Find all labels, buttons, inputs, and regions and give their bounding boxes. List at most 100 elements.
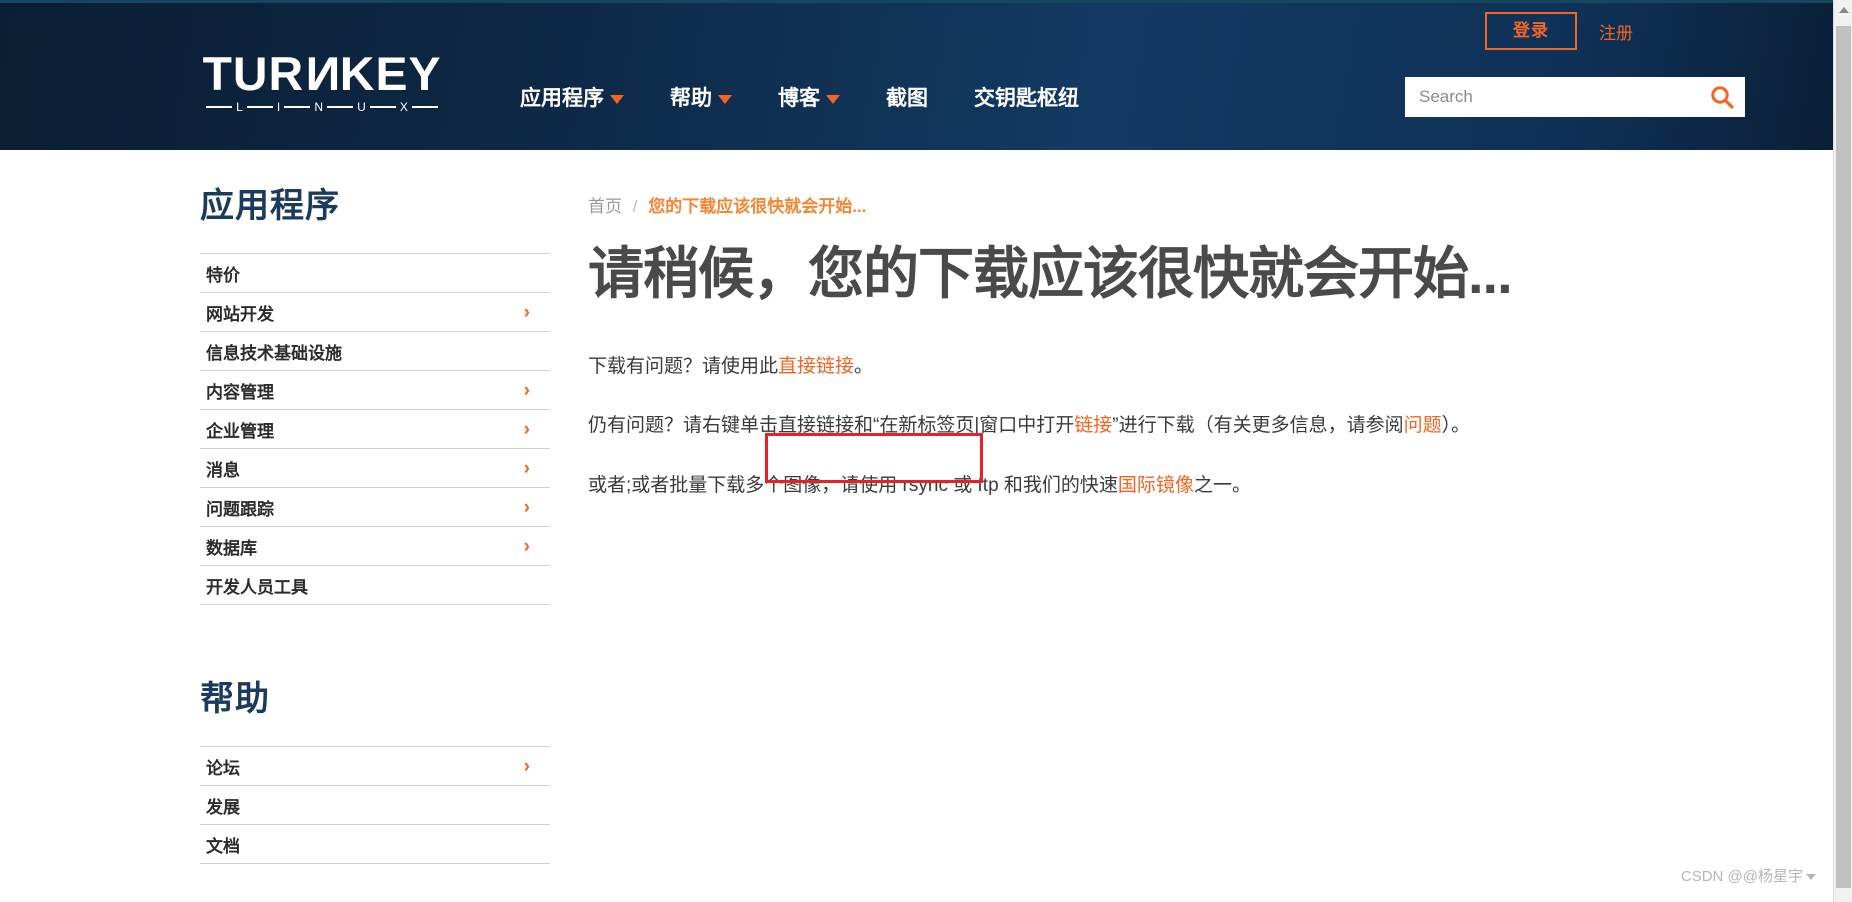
chevron-right-icon: › <box>523 535 530 557</box>
paragraph-still-problem: 仍有问题？请右键单击直接链接和“在新标签页|窗口中打开链接”进行下载（有关更多信… <box>588 412 1608 441</box>
sidebar: 应用程序 特价 网站开发 › 信息技术基础设施 内容管理 › 企业管理 › 消息 <box>200 178 550 864</box>
search-input[interactable] <box>1405 77 1699 117</box>
register-link[interactable]: 注册 <box>1599 19 1633 44</box>
paragraph-text: 下载有问题？请使用此 <box>588 356 779 378</box>
nav-item-apps[interactable]: 应用程序 <box>520 82 624 112</box>
breadcrumb: 首页 / 您的下载应该很快就会开始... <box>588 192 1608 217</box>
chevron-right-icon: › <box>523 755 530 777</box>
breadcrumb-separator: / <box>632 197 638 216</box>
sidebar-item-enterprise-management[interactable]: 企业管理 › <box>200 410 550 449</box>
sidebar-item-label: 论坛 <box>206 758 240 778</box>
paragraph-text: ）。 <box>1441 414 1471 436</box>
main-navigation: 应用程序 帮助 博客 截图 交钥匙枢纽 <box>520 82 1079 112</box>
search-icon <box>1711 86 1734 109</box>
logo-word-part1: TUR <box>202 47 305 100</box>
logo-wordmark: TURNKEY <box>198 47 447 100</box>
scrollbar-thumb[interactable] <box>1836 26 1851 888</box>
watermark-text: CSDN @@杨星宇 <box>1680 868 1803 885</box>
logo-sub-letter-i: I <box>276 99 281 114</box>
sidebar-item-label: 特价 <box>206 265 240 285</box>
sidebar-item-issue-tracking[interactable]: 问题跟踪 › <box>200 488 550 527</box>
sidebar-item-label: 发展 <box>206 797 240 817</box>
logo-word-part2: KEY <box>339 47 442 100</box>
auth-actions: 登录 注册 <box>1485 12 1633 51</box>
sidebar-item-label: 网站开发 <box>206 304 274 324</box>
scroll-up-arrow-icon[interactable] <box>1834 0 1852 19</box>
search-box[interactable] <box>1405 77 1745 117</box>
nav-label: 应用程序 <box>520 87 604 110</box>
logo-dash <box>369 105 396 108</box>
logo-dash <box>284 105 311 108</box>
nav-label: 交钥匙枢纽 <box>974 87 1079 110</box>
sidebar-item-it-infrastructure[interactable]: 信息技术基础设施 <box>200 332 550 371</box>
breadcrumb-current: 您的下载应该很快就会开始... <box>648 197 867 216</box>
sidebar-item-documentation[interactable]: 文档 <box>200 825 550 864</box>
logo-sub-letter-n: N <box>314 99 324 114</box>
page-title: 请稍候，您的下载应该很快就会开始... <box>588 242 1513 305</box>
csdn-watermark: CSDN @@杨星宇 <box>1681 865 1816 886</box>
nav-item-blog[interactable]: 博客 <box>778 82 840 112</box>
chevron-down-icon <box>610 95 624 104</box>
direct-link[interactable]: 直接链接 <box>778 356 854 377</box>
sidebar-item-messaging[interactable]: 消息 › <box>200 449 550 488</box>
sidebar-item-label: 信息技术基础设施 <box>206 343 342 363</box>
sidebar-item-content-management[interactable]: 内容管理 › <box>200 371 550 410</box>
sidebar-item-label: 企业管理 <box>206 421 274 441</box>
logo-sub-letter-x: X <box>399 99 408 114</box>
chevron-down-icon <box>826 95 840 104</box>
logo-dash <box>206 105 233 108</box>
sidebar-item-label: 开发人员工具 <box>206 577 308 597</box>
sidebar-item-label: 消息 <box>206 460 240 480</box>
logo-dash <box>411 105 439 108</box>
breadcrumb-home-link[interactable]: 首页 <box>588 197 622 216</box>
login-button[interactable]: 登录 <box>1485 12 1577 51</box>
nav-item-help[interactable]: 帮助 <box>670 82 732 112</box>
sidebar-item-label: 问题跟踪 <box>206 499 274 519</box>
logo-dash <box>246 105 273 108</box>
logo-word-reversed-n: N <box>304 47 340 100</box>
paragraph-text: 。 <box>854 356 874 378</box>
main-content: 首页 / 您的下载应该很快就会开始... 请稍候，您的下载应该很快就会开始...… <box>588 192 1608 533</box>
vertical-scrollbar[interactable] <box>1833 0 1852 902</box>
sidebar-item-web-development[interactable]: 网站开发 › <box>200 293 550 332</box>
nav-label: 帮助 <box>670 87 712 110</box>
chevron-right-icon: › <box>523 418 530 440</box>
nav-label: 博客 <box>778 87 820 110</box>
open-link-link[interactable]: 链接 <box>1074 415 1112 436</box>
sidebar-list-apps: 特价 网站开发 › 信息技术基础设施 内容管理 › 企业管理 › 消息 › 问题… <box>200 253 550 605</box>
caret-down-icon <box>1806 874 1816 881</box>
international-mirrors-link[interactable]: 国际镜像 <box>1118 475 1194 496</box>
nav-label: 截图 <box>886 87 928 110</box>
paragraph-bulk-download: 或者;或者批量下载多个图像，请使用 rsync 或 ftp 和我们的快速国际镜像… <box>588 472 1608 501</box>
sidebar-item-label: 数据库 <box>206 538 257 558</box>
paragraph-text: ”进行下载（有关更多信息，请参阅 <box>1112 414 1404 436</box>
turnkey-linux-logo[interactable]: TURNKEY L I N U X <box>198 47 447 114</box>
sidebar-list-help: 论坛 › 发展 文档 <box>200 746 550 864</box>
nav-item-screenshots[interactable]: 截图 <box>886 82 928 112</box>
logo-dash <box>327 105 354 108</box>
site-header: 登录 注册 TURNKEY L I N U X 应用程序 帮助 博客 截图 交钥… <box>0 0 1833 150</box>
sidebar-item-label: 内容管理 <box>206 382 274 402</box>
sidebar-heading-help: 帮助 <box>200 680 270 718</box>
page-root: 登录 注册 TURNKEY L I N U X 应用程序 帮助 博客 截图 交钥… <box>0 0 1852 902</box>
paragraph-text: 仍有问题？请右键单击直接链接和“在新标签页|窗口中打开 <box>588 414 1075 436</box>
sidebar-item-forum[interactable]: 论坛 › <box>200 747 550 786</box>
logo-sub-letter-l: L <box>236 99 243 114</box>
paragraph-download-problem: 下载有问题？请使用此直接链接。 <box>588 353 1608 382</box>
nav-item-turnkey-hub[interactable]: 交钥匙枢纽 <box>974 82 1079 112</box>
sidebar-heading-apps: 应用程序 <box>200 187 340 225</box>
chevron-right-icon: › <box>523 301 530 323</box>
chevron-right-icon: › <box>523 496 530 518</box>
sidebar-item-special-offers[interactable]: 特价 <box>200 254 550 293</box>
chevron-down-icon <box>718 95 732 104</box>
sidebar-item-development[interactable]: 发展 <box>200 786 550 825</box>
sidebar-item-databases[interactable]: 数据库 › <box>200 527 550 566</box>
logo-sub-letter-u: U <box>357 99 366 114</box>
sidebar-item-label: 文档 <box>206 836 240 856</box>
search-button[interactable] <box>1699 77 1745 117</box>
chevron-right-icon: › <box>523 379 530 401</box>
paragraph-text: 或者;或者批量下载多个图像，请使用 rsync 或 ftp 和我们的快速 <box>588 475 1118 497</box>
issues-link[interactable]: 问题 <box>1404 415 1442 436</box>
paragraph-text: 之一。 <box>1193 475 1251 497</box>
sidebar-item-developer-tools[interactable]: 开发人员工具 <box>200 566 550 605</box>
